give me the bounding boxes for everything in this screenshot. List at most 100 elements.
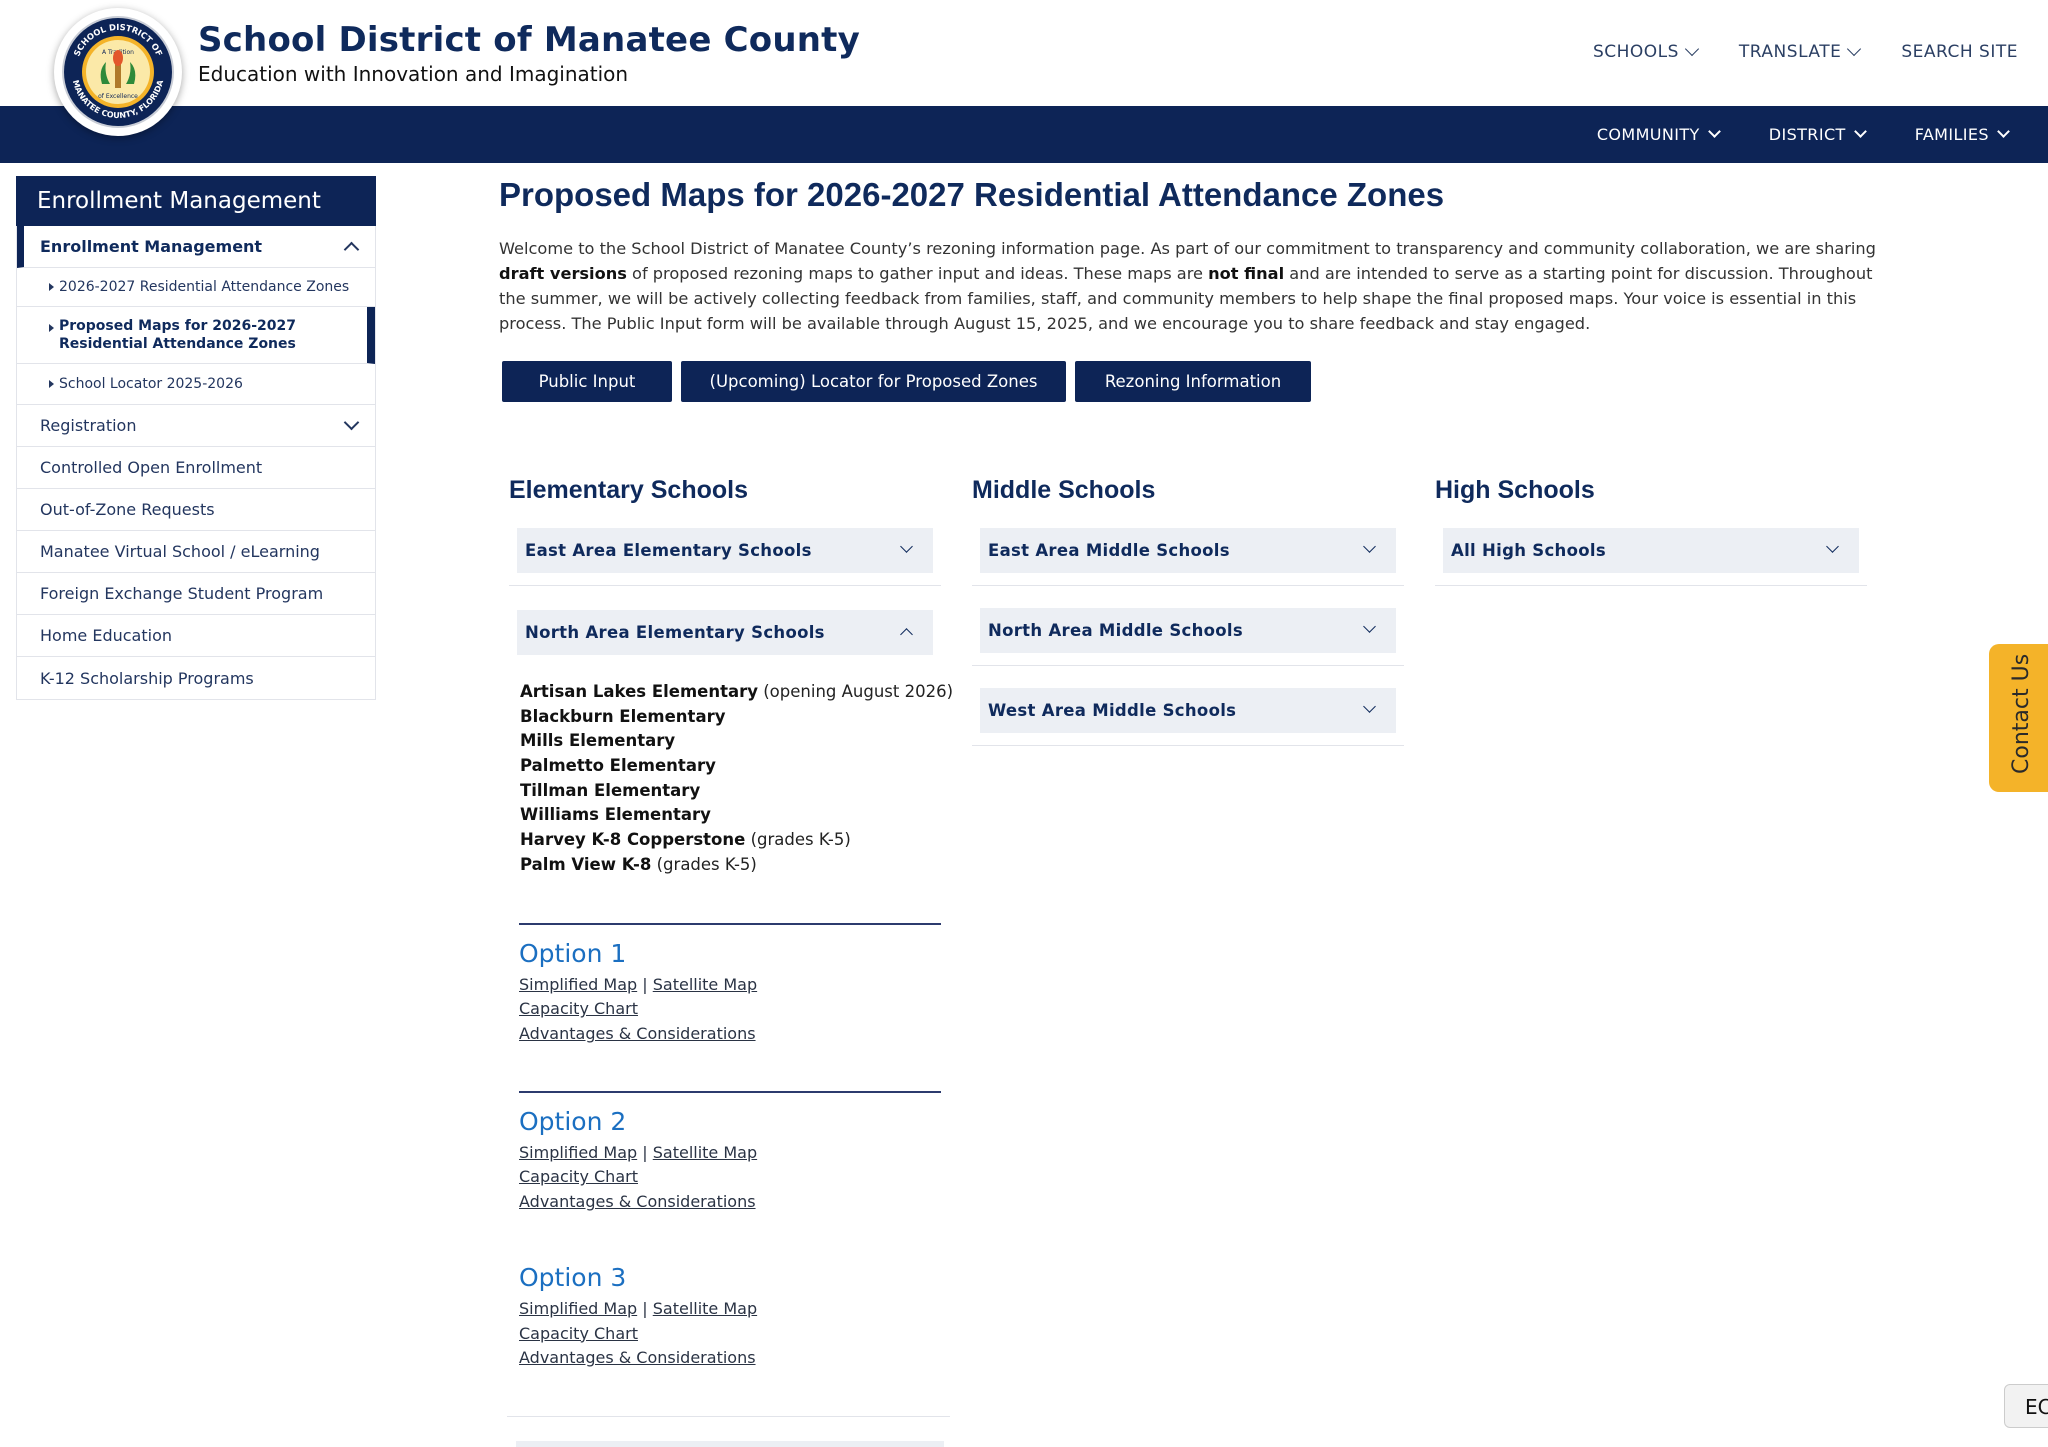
- contact-us-tab[interactable]: Contact Us: [1989, 644, 2048, 792]
- option-links: Simplified Map | Satellite Map Capacity …: [519, 1141, 941, 1215]
- search-site-label: SEARCH SITE: [1901, 42, 2018, 62]
- schools-menu-label: SCHOOLS: [1592, 42, 1679, 62]
- sidebar-subitem-proposed-maps[interactable]: Proposed Maps for 2026-2027 Residential …: [17, 307, 375, 364]
- advantages-link[interactable]: Advantages & Considerations: [519, 1024, 756, 1043]
- accordion-label: North Area Elementary Schools: [525, 623, 825, 642]
- search-site-link[interactable]: SEARCH SITE: [1901, 42, 2018, 62]
- nav-district[interactable]: DISTRICT: [1768, 125, 1867, 144]
- sidebar-item-out-of-zone[interactable]: Out-of-Zone Requests: [17, 489, 375, 531]
- accordion-item: East Area Elementary Schools: [509, 520, 941, 586]
- action-buttons: Public Input (Upcoming) Locator for Prop…: [502, 361, 1311, 402]
- sidebar-item-controlled-open-enrollment[interactable]: Controlled Open Enrollment: [17, 447, 375, 489]
- option-links: Simplified Map | Satellite Map Capacity …: [519, 1297, 941, 1371]
- intro-bold-not-final: not final: [1208, 264, 1285, 283]
- chevron-down-icon: [1997, 125, 2010, 138]
- district-seal-icon: SCHOOL DISTRICT OF MANATEE COUNTY, FLORI…: [62, 16, 174, 128]
- capacity-chart-link[interactable]: Capacity Chart: [519, 1324, 638, 1343]
- chevron-up-icon: [900, 628, 913, 641]
- simplified-map-link[interactable]: Simplified Map: [519, 975, 637, 994]
- accordion-north-middle[interactable]: North Area Middle Schools: [980, 608, 1396, 653]
- nav-families-label: FAMILIES: [1914, 125, 1989, 144]
- accordion-north-elementary[interactable]: North Area Elementary Schools: [517, 610, 933, 655]
- chevron-up-icon[interactable]: [343, 241, 360, 257]
- accordion-label: North Area Middle Schools: [988, 621, 1243, 640]
- middle-column: Middle Schools East Area Middle Schools …: [972, 476, 1404, 746]
- site-title[interactable]: School District of Manatee County: [198, 20, 860, 60]
- capacity-chart-link[interactable]: Capacity Chart: [519, 1167, 638, 1186]
- sidebar-item-registration[interactable]: Registration: [17, 405, 375, 447]
- sidebar-item-label: Enrollment Management: [40, 237, 263, 256]
- sidebar-item-enrollment-management[interactable]: Enrollment Management: [17, 226, 375, 268]
- accordion-partial[interactable]: [516, 1441, 944, 1447]
- sidebar-item-virtual-school[interactable]: Manatee Virtual School / eLearning: [17, 531, 375, 573]
- nav-community[interactable]: COMMUNITY: [1596, 125, 1721, 144]
- advantages-link[interactable]: Advantages & Considerations: [519, 1348, 756, 1367]
- sidebar-subitem-school-locator[interactable]: School Locator 2025-2026: [17, 364, 375, 405]
- nav-families[interactable]: FAMILIES: [1914, 125, 2010, 144]
- accordion-west-middle[interactable]: West Area Middle Schools: [980, 688, 1396, 733]
- simplified-map-link[interactable]: Simplified Map: [519, 1299, 637, 1318]
- sidebar-subitem-label: 2026-2027 Residential Attendance Zones: [59, 279, 350, 295]
- accordion-east-middle[interactable]: East Area Middle Schools: [980, 528, 1396, 573]
- caret-right-icon: [49, 380, 54, 388]
- main-content: Proposed Maps for 2026-2027 Residential …: [499, 176, 1889, 402]
- school-note: (grades K-5): [651, 854, 757, 874]
- advantages-link[interactable]: Advantages & Considerations: [519, 1192, 756, 1211]
- nav-district-label: DISTRICT: [1768, 125, 1846, 144]
- accordion-label: All High Schools: [1451, 541, 1606, 560]
- translate-menu-label: TRANSLATE: [1738, 42, 1842, 62]
- accordion-label: East Area Middle Schools: [988, 541, 1230, 560]
- sidebar-item-label: K-12 Scholarship Programs: [40, 668, 254, 688]
- accordion-all-high[interactable]: All High Schools: [1443, 528, 1859, 573]
- site-header: School District of Manatee County Educat…: [0, 0, 2048, 106]
- sidebar: Enrollment Management Enrollment Managem…: [16, 176, 376, 700]
- ec-widget[interactable]: EC: [2004, 1384, 2048, 1428]
- list-item: Artisan Lakes Elementary (opening August…: [520, 680, 953, 705]
- chevron-down-icon: [900, 540, 913, 553]
- chevron-down-icon: [1826, 540, 1839, 553]
- locator-button[interactable]: (Upcoming) Locator for Proposed Zones: [681, 361, 1066, 402]
- sidebar-heading: Enrollment Management: [16, 176, 376, 226]
- option-title: Option 2: [519, 1106, 627, 1136]
- satellite-map-link[interactable]: Satellite Map: [653, 1299, 757, 1318]
- district-logo[interactable]: SCHOOL DISTRICT OF MANATEE COUNTY, FLORI…: [54, 8, 182, 136]
- accordion-item: East Area Middle Schools: [972, 520, 1404, 586]
- svg-text:of Excellence: of Excellence: [98, 93, 138, 100]
- sidebar-item-label: Home Education: [40, 626, 172, 645]
- list-item: Tillman Elementary: [520, 779, 953, 804]
- schools-menu[interactable]: SCHOOLS: [1592, 41, 1699, 62]
- sidebar-item-foreign-exchange[interactable]: Foreign Exchange Student Program: [17, 573, 375, 615]
- list-item: Harvey K-8 Copperstone (grades K-5): [520, 828, 953, 853]
- list-item: Blackburn Elementary: [520, 705, 953, 730]
- school-name: Palmetto Elementary: [520, 756, 716, 776]
- page-title: Proposed Maps for 2026-2027 Residential …: [499, 176, 1445, 213]
- accordion-east-elementary[interactable]: East Area Elementary Schools: [517, 528, 933, 573]
- sidebar-list: Enrollment Management 2026-2027 Resident…: [16, 226, 376, 700]
- elementary-column: Elementary Schools East Area Elementary …: [509, 476, 941, 667]
- contact-us-label: Contact Us: [2009, 653, 2034, 774]
- chevron-down-icon: [1684, 41, 1699, 57]
- simplified-map-link[interactable]: Simplified Map: [519, 1143, 637, 1162]
- satellite-map-link[interactable]: Satellite Map: [653, 975, 757, 994]
- chevron-down-icon: [1363, 700, 1376, 713]
- divider: [519, 923, 941, 925]
- rezoning-information-button[interactable]: Rezoning Information: [1075, 361, 1311, 402]
- link-separator: |: [637, 1142, 653, 1162]
- sidebar-item-home-education[interactable]: Home Education: [17, 615, 375, 657]
- public-input-button[interactable]: Public Input: [502, 361, 672, 402]
- translate-menu[interactable]: TRANSLATE: [1738, 41, 1862, 62]
- nav-community-label: COMMUNITY: [1596, 125, 1700, 144]
- chevron-down-icon[interactable]: [343, 414, 360, 431]
- sidebar-item-scholarships[interactable]: K-12 Scholarship Programs: [17, 657, 375, 699]
- accordion-label: East Area Elementary Schools: [525, 541, 812, 560]
- capacity-chart-link[interactable]: Capacity Chart: [519, 999, 638, 1018]
- site-tagline: Education with Innovation and Imaginatio…: [198, 62, 629, 86]
- satellite-map-link[interactable]: Satellite Map: [653, 1143, 757, 1162]
- school-name: Artisan Lakes Elementary: [520, 682, 758, 701]
- chevron-down-icon: [1363, 540, 1376, 553]
- option-links: Simplified Map | Satellite Map Capacity …: [519, 973, 941, 1047]
- north-elementary-school-list: Artisan Lakes Elementary (opening August…: [520, 680, 953, 878]
- high-column: High Schools All High Schools: [1435, 476, 1867, 586]
- list-item: Williams Elementary: [520, 803, 953, 828]
- sidebar-subitem-attendance-zones[interactable]: 2026-2027 Residential Attendance Zones: [17, 268, 375, 307]
